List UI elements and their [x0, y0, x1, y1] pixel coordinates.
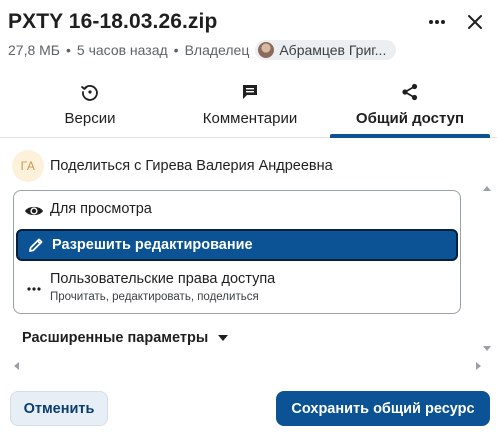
avatar — [258, 42, 275, 58]
avatar: ГА — [12, 150, 44, 182]
tab-sharing[interactable]: Общий доступ — [336, 76, 484, 138]
file-size: 27,8 МБ — [8, 42, 60, 58]
advanced-options-label: Расширенные параметры — [22, 330, 209, 346]
owner-label: Владелец — [184, 42, 250, 58]
scroll-left-arrow[interactable] — [14, 362, 19, 370]
permission-label: Разрешить редактирование — [52, 237, 253, 253]
tab-versions[interactable]: Версии — [40, 76, 140, 138]
scroll-down-arrow[interactable] — [483, 346, 491, 351]
scroll-up-arrow[interactable] — [483, 186, 491, 191]
tab-comments[interactable]: Комментарии — [190, 76, 310, 138]
permission-label: Для просмотра — [50, 201, 152, 217]
permission-description: Прочитать, редактировать, поделиться — [50, 291, 259, 303]
owner-name: Абрамцев Григ... — [279, 42, 387, 58]
header-actions — [425, 10, 487, 34]
tab-bar: Версии Комментарии Общий доступ — [0, 76, 497, 138]
more-options-button[interactable] — [425, 10, 449, 34]
cancel-button[interactable]: Отменить — [10, 391, 108, 426]
scroll-right-arrow[interactable] — [476, 362, 481, 370]
meta-separator: • — [66, 42, 71, 58]
active-tab-indicator — [330, 134, 490, 138]
eye-icon — [23, 201, 45, 221]
meta-separator: • — [173, 42, 179, 58]
permission-option-custom[interactable]: Пользовательские права доступа Прочитать… — [14, 271, 460, 303]
file-meta: 27,8 МБ • 5 часов назад • Владелец Абрам… — [8, 40, 397, 60]
share-target: ГА Поделиться с Гирева Валерия Андреевна — [12, 150, 333, 182]
dialog-header: PXTY 16-18.03.26.zip 27,8 МБ • 5 часов н… — [8, 8, 489, 68]
share-target-text: Поделиться с Гирева Валерия Андреевна — [50, 158, 333, 174]
permission-option-view[interactable]: Для просмотра — [14, 201, 460, 221]
save-share-button[interactable]: Сохранить общий ресурс — [276, 391, 490, 426]
permission-list: Для просмотра Разрешить редактирование П… — [13, 190, 461, 314]
caret-down-icon — [218, 335, 229, 341]
owner-chip[interactable]: Абрамцев Григ... — [255, 40, 397, 60]
share-icon — [400, 80, 420, 104]
close-button[interactable] — [463, 10, 487, 34]
permission-label: Пользовательские права доступа — [50, 271, 276, 287]
pencil-icon — [25, 235, 47, 255]
close-icon — [468, 15, 482, 29]
tab-label: Версии — [64, 110, 116, 127]
modified-time: 5 часов назад — [76, 42, 168, 58]
history-icon — [80, 80, 100, 104]
more-horizontal-icon — [429, 20, 445, 24]
more-horizontal-icon — [23, 279, 45, 299]
tab-label: Общий доступ — [355, 110, 465, 127]
advanced-options-toggle[interactable]: Расширенные параметры — [22, 330, 229, 346]
tab-label: Комментарии — [202, 110, 298, 127]
comment-icon — [240, 80, 260, 104]
permission-option-edit[interactable]: Разрешить редактирование — [16, 229, 458, 261]
file-title: PXTY 16-18.03.26.zip — [8, 10, 218, 33]
